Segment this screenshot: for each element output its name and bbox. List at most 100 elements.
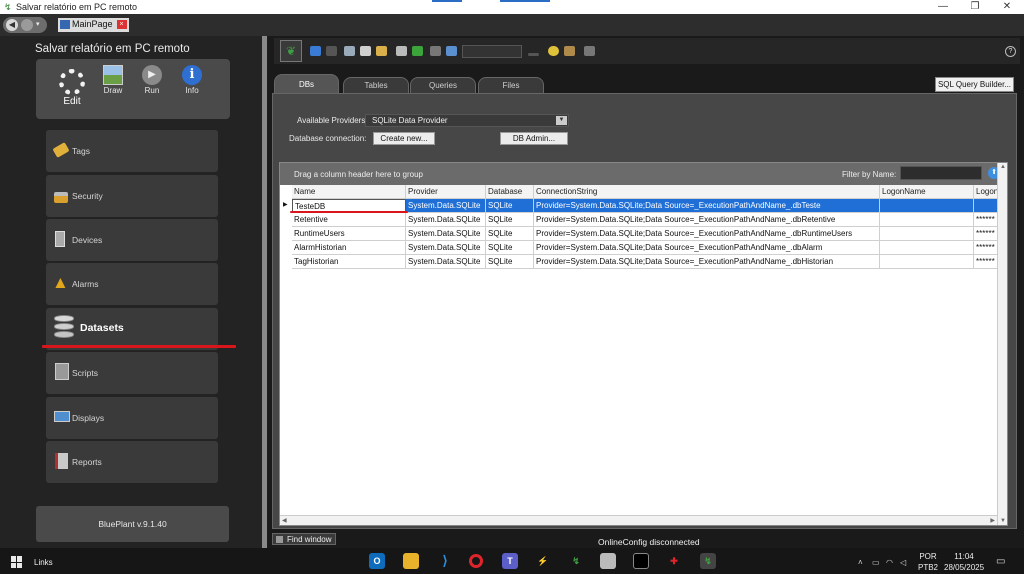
opera-icon[interactable] (469, 554, 483, 568)
tab-files[interactable]: Files (478, 77, 544, 93)
cell-connectionstring[interactable]: Provider=System.Data.SQLite;Data Source=… (534, 199, 880, 213)
cell-logonname[interactable] (880, 199, 974, 213)
cell-database[interactable]: SQLite (486, 227, 534, 241)
tools-icon[interactable] (564, 46, 575, 56)
maximize-button[interactable]: ❐ (968, 1, 982, 12)
clock[interactable]: 11:04 28/05/2025 (944, 551, 984, 573)
copy-icon[interactable] (360, 46, 371, 56)
windows-start-icon[interactable] (11, 556, 23, 568)
cut-icon[interactable] (344, 46, 355, 56)
filter-input[interactable] (900, 166, 982, 180)
more-icon[interactable] (528, 53, 539, 56)
close-tab-icon[interactable]: × (116, 20, 127, 29)
table-row[interactable]: RuntimeUsers System.Data.SQLite SQLite P… (280, 227, 1007, 241)
splitter[interactable] (262, 36, 267, 548)
database-tool-icon[interactable] (600, 553, 616, 569)
find-window-button[interactable]: Find window (272, 533, 336, 545)
db-admin-button[interactable]: DB Admin... (500, 132, 568, 145)
col-logonname[interactable]: LogonName (880, 185, 974, 199)
nav-dropdown-icon[interactable]: ▾ (36, 20, 40, 28)
cell-logonname[interactable] (880, 227, 974, 241)
cell-database[interactable]: SQLite (486, 213, 534, 227)
mode-edit[interactable]: Edit (52, 69, 92, 107)
language-indicator[interactable]: POR PTB2 (918, 551, 938, 573)
app-red-icon[interactable]: ✚ (666, 553, 682, 569)
cell-provider[interactable]: System.Data.SQLite (406, 213, 486, 227)
tray-chevron-icon[interactable]: ˄ (858, 558, 863, 567)
cell-provider[interactable]: System.Data.SQLite (406, 227, 486, 241)
cell-name[interactable]: AlarmHistorian (292, 241, 406, 255)
blueplant-icon[interactable]: ↯ (568, 553, 584, 569)
navigation-pill[interactable]: ◀ ▾ (3, 17, 47, 33)
scroll-right-icon[interactable]: ▶ (990, 517, 995, 524)
minimize-button[interactable]: — (936, 1, 950, 12)
links-toolbar[interactable]: Links (34, 558, 53, 567)
cell-name[interactable]: TagHistorian (292, 255, 406, 269)
vertical-scrollbar[interactable]: ▲ ▼ (997, 163, 1007, 525)
properties-icon[interactable] (584, 46, 595, 56)
vscode-icon[interactable]: ⟩ (437, 553, 453, 569)
wifi-icon[interactable]: ◠ (886, 558, 893, 567)
horizontal-scrollbar[interactable]: ◀ ▶ (280, 515, 997, 525)
cell-logonname[interactable] (880, 241, 974, 255)
col-connectionstring[interactable]: ConnectionString (534, 185, 880, 199)
table-row[interactable]: AlarmHistorian System.Data.SQLite SQLite… (280, 241, 1007, 255)
sql-query-builder-button[interactable]: SQL Query Builder... (935, 77, 1014, 92)
cell-database[interactable]: SQLite (486, 241, 534, 255)
scroll-left-icon[interactable]: ◀ (282, 517, 287, 524)
cell-provider[interactable]: System.Data.SQLite (406, 255, 486, 269)
mainpage-tab[interactable]: MainPage × (58, 18, 129, 32)
sidebar-item-devices[interactable]: Devices (46, 219, 218, 261)
tab-queries[interactable]: Queries (410, 77, 476, 93)
sidebar-item-reports[interactable]: Reports (46, 441, 218, 483)
table-row[interactable]: Retentive System.Data.SQLite SQLite Prov… (280, 213, 1007, 227)
cell-connectionstring[interactable]: Provider=System.Data.SQLite;Data Source=… (534, 255, 880, 269)
tab-tables[interactable]: Tables (343, 77, 409, 93)
mode-draw[interactable]: Draw (93, 65, 133, 95)
print-icon[interactable] (396, 46, 407, 56)
paste-icon[interactable] (376, 46, 387, 56)
toolbar-search-input[interactable] (462, 45, 522, 58)
group-panel[interactable]: Drag a column header here to group Filte… (280, 163, 1007, 185)
cell-name[interactable]: RuntimeUsers (292, 227, 406, 241)
create-new-button[interactable]: Create new... (373, 132, 435, 145)
cell-logonname[interactable] (880, 255, 974, 269)
cell-database[interactable]: SQLite (486, 199, 534, 213)
check-icon[interactable] (548, 46, 559, 56)
leaf-icon[interactable]: ❦ (280, 40, 302, 62)
back-arrow-icon[interactable]: ◀ (6, 19, 18, 31)
terminal-icon[interactable] (633, 553, 649, 569)
mode-info[interactable]: i Info (172, 65, 212, 95)
col-database[interactable]: Database (486, 185, 534, 199)
sidebar-item-alarms[interactable]: ▲ Alarms (46, 263, 218, 305)
forward-arrow-icon[interactable] (21, 19, 33, 31)
sidebar-item-scripts[interactable]: Scripts (46, 352, 218, 394)
cell-provider[interactable]: System.Data.SQLite (406, 241, 486, 255)
redo-icon[interactable] (326, 46, 337, 56)
document-icon[interactable] (430, 46, 441, 56)
col-name[interactable]: Name (292, 185, 406, 199)
cell-connectionstring[interactable]: Provider=System.Data.SQLite;Data Source=… (534, 241, 880, 255)
search-icon[interactable] (446, 46, 457, 56)
tab-dbs[interactable]: DBs (274, 74, 339, 94)
sidebar-item-tags[interactable]: Tags (46, 130, 218, 172)
outlook-icon[interactable]: O (369, 553, 385, 569)
undo-icon[interactable] (310, 46, 321, 56)
upload-arrow-icon[interactable] (412, 46, 423, 56)
close-button[interactable]: ✕ (1000, 1, 1014, 12)
cell-logonname[interactable] (880, 213, 974, 227)
cell-name[interactable]: Retentive (292, 213, 406, 227)
cell-connectionstring[interactable]: Provider=System.Data.SQLite;Data Source=… (534, 227, 880, 241)
sidebar-item-security[interactable]: Security (46, 175, 218, 217)
sidebar-item-datasets[interactable]: Datasets (46, 308, 218, 350)
pycharm-icon[interactable]: ⚡ (535, 553, 551, 569)
col-provider[interactable]: Provider (406, 185, 486, 199)
scroll-down-icon[interactable]: ▼ (1000, 518, 1006, 524)
scroll-up-icon[interactable]: ▲ (1000, 164, 1006, 170)
chevron-down-icon[interactable]: ▼ (556, 116, 567, 125)
mode-run[interactable]: ▶ Run (132, 65, 172, 95)
cell-provider[interactable]: System.Data.SQLite (406, 199, 486, 213)
battery-icon[interactable]: ▭ (872, 558, 880, 567)
cell-database[interactable]: SQLite (486, 255, 534, 269)
notification-icon[interactable]: ▭ (996, 556, 1005, 567)
